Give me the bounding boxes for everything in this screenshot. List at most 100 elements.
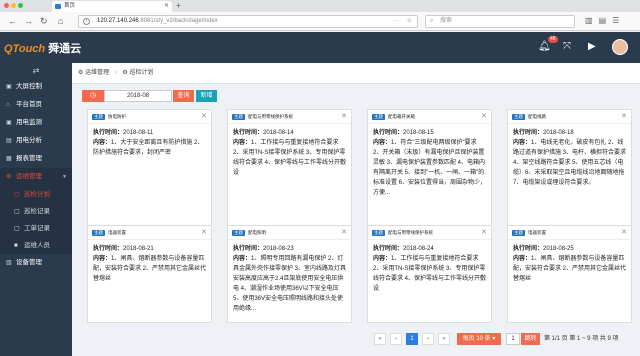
browser-toolbar-icons: ▥ ▤ ☰ bbox=[585, 14, 625, 28]
reload-icon[interactable]: ↻ bbox=[40, 14, 48, 28]
card-body: 执行时间：2018-08-14 内容：1、工作接与与重复接地符合要求 2、采用T… bbox=[228, 124, 351, 182]
avatar[interactable] bbox=[612, 39, 628, 55]
card-date-row: 执行时间：2018-08-21 bbox=[93, 244, 206, 254]
sidebar-item-power-monitor[interactable]: ▣ 用电监测 bbox=[0, 114, 72, 132]
close-icon[interactable]: ✕ bbox=[621, 226, 627, 240]
page-1-button[interactable]: 1 bbox=[406, 333, 418, 345]
search-placeholder: 搜索 bbox=[440, 18, 453, 24]
sidebar-item-home[interactable]: ⌂ 平台首页 bbox=[0, 96, 72, 114]
device-icon: ▥ bbox=[6, 260, 12, 266]
card-body: 执行时间：2018-08-15 内容：1、符合"三级配电两级保护"要求 2、开关… bbox=[368, 124, 491, 202]
breadcrumb-root[interactable]: 运维管理 bbox=[85, 70, 109, 76]
sidebar-subitem-inspection-records[interactable]: ▢ 巡检记录 bbox=[0, 203, 72, 220]
url-bar[interactable]: i 120.27.140.246:8081/sty_v2/backstage/i… bbox=[78, 15, 418, 28]
info-icon[interactable]: i bbox=[83, 18, 90, 25]
sidebar-subitem-inspection-plan[interactable]: ▢ 巡检计划 bbox=[0, 186, 72, 203]
calendar-icon[interactable]: ◷ bbox=[82, 90, 104, 102]
menu-icon[interactable]: ☰ bbox=[612, 16, 619, 25]
browser-search-input[interactable]: ⌕ 搜索 bbox=[425, 15, 575, 28]
exec-time-label: 执行时间： bbox=[373, 246, 404, 252]
card-content-row: 内容：1、符合"三级配电两级保护"要求 2、开关箱（末级）有漏电保护且保护装置灵… bbox=[373, 138, 486, 198]
plan-card[interactable]: 主题 配电与用零线保护系统 ✕ 执行时间：2018-08-24 内容：1、工作接与… bbox=[367, 225, 492, 323]
card-name: 电器装置 bbox=[108, 230, 126, 235]
bookmark-star-icon[interactable]: ☆ bbox=[407, 16, 412, 27]
record-icon: ▢ bbox=[14, 209, 20, 215]
plan-icon: ▢ bbox=[14, 192, 20, 198]
plan-card[interactable]: 主题 配电与用零线保护系统 ✕ 执行时间：2018-08-14 内容：1、工作接与… bbox=[227, 109, 352, 227]
sidebar-icon[interactable]: ▤ bbox=[599, 16, 607, 25]
card-tag: 主题 bbox=[372, 230, 385, 236]
sidebar-item-operations[interactable]: ⚙ 运维管理 ▼ bbox=[0, 168, 72, 186]
sidebar-item-screen-control[interactable]: ▣ 大屏控制 bbox=[0, 78, 72, 96]
close-icon[interactable]: ✕ bbox=[341, 226, 347, 240]
card-name: 防电防护 bbox=[108, 114, 126, 119]
first-page-button[interactable]: « bbox=[374, 333, 386, 345]
card-body: 执行时间：2018-08-23 内容：1、照明专用回路有漏电保护 2、灯具金属外… bbox=[228, 240, 351, 318]
library-icon[interactable]: ▥ bbox=[585, 16, 593, 25]
add-button[interactable]: 新增 bbox=[196, 90, 217, 102]
close-window-button[interactable] bbox=[4, 3, 9, 8]
last-page-button[interactable]: » bbox=[438, 333, 450, 345]
card-tag: 主题 bbox=[92, 230, 105, 236]
plan-card[interactable]: 主题 电器装置 ✕ 执行时间：2018-08-21 内容：1、闸具、熔断器参数与设… bbox=[87, 225, 212, 323]
close-tab-icon[interactable]: ✕ bbox=[164, 1, 169, 12]
fullscreen-icon[interactable]: ⤧ bbox=[563, 40, 571, 54]
sidebar-item-reports[interactable]: ▦ 报表管理 bbox=[0, 150, 72, 168]
browser-tab[interactable]: 首页 ✕ bbox=[52, 1, 172, 12]
card-content-row: 内容：1、电线无老化，破皮有包扎 2、线路过道有保护措施 3、电杆、横担符合要求… bbox=[513, 138, 626, 188]
sidebar-subitem-label: 巡检记录 bbox=[24, 208, 50, 215]
forward-icon[interactable]: → bbox=[24, 14, 33, 28]
close-icon[interactable]: ✕ bbox=[481, 226, 487, 240]
plan-card[interactable]: 主题 电器装置 ✕ 执行时间：2018-08-25 内容：1、闸具、熔断器参数与设… bbox=[507, 225, 632, 323]
card-date: 2018-08-18 bbox=[543, 130, 574, 136]
card-body: 执行时间：2018-08-11 内容：1、大于安全距离且有防护措施 2、防护措施… bbox=[88, 124, 211, 162]
per-page-select[interactable]: 每页 10 条 ▾ bbox=[457, 333, 501, 345]
sidebar-toggle-icon[interactable]: ⇄ bbox=[0, 63, 72, 78]
card-content: 1、电线无老化，破皮有包扎 2、线路过道有保护措施 3、电杆、横担符合要求 4、… bbox=[513, 140, 627, 186]
card-tag: 主题 bbox=[372, 114, 385, 120]
goto-page-input[interactable]: 1 bbox=[506, 333, 520, 345]
plan-card[interactable]: 主题 配电箱开关箱 ✕ 执行时间：2018-08-15 内容：1、符合"三级配电两… bbox=[367, 109, 492, 227]
user-icon: ■ bbox=[14, 243, 18, 249]
close-icon[interactable]: ✕ bbox=[201, 110, 207, 124]
query-button[interactable]: 查询 bbox=[173, 90, 194, 102]
prev-page-button[interactable]: ‹ bbox=[390, 333, 402, 345]
sidebar-item-devices[interactable]: ▥ 设备管理 bbox=[0, 254, 72, 272]
card-date-row: 执行时间：2018-08-18 bbox=[513, 128, 626, 138]
card-body: 执行时间：2018-08-18 内容：1、电线无老化，破皮有包扎 2、线路过道有… bbox=[508, 124, 631, 192]
app-header: QTouch 舜通云 🔔︎ 48 ⤧ ▶ bbox=[0, 32, 640, 63]
sidebar-item-power-analysis[interactable]: ▤ 用电分析 bbox=[0, 132, 72, 150]
close-icon[interactable]: ✕ bbox=[621, 110, 627, 124]
breadcrumb: ⚙ 运维管理 › ⚙ 巡检计划 bbox=[72, 63, 640, 84]
minimize-window-button[interactable] bbox=[11, 3, 16, 8]
back-icon[interactable]: ← bbox=[8, 14, 17, 28]
plan-card[interactable]: 主题 防电防护 ✕ 执行时间：2018-08-11 内容：1、大于安全距离且有防护… bbox=[87, 109, 212, 227]
browser-tab-title: 首页 bbox=[64, 3, 76, 9]
card-content-row: 内容：1、闸具、熔断器参数与设备容量匹配，安装符合要求 2、严禁用其它金属丝代替… bbox=[513, 254, 626, 284]
card-date: 2018-08-25 bbox=[543, 246, 574, 252]
plan-card[interactable]: 主题 配电照明 ✕ 执行时间：2018-08-23 内容：1、照明专用回路有漏电保… bbox=[227, 225, 352, 323]
page-actions-icon[interactable]: ··· bbox=[393, 16, 399, 27]
next-page-button[interactable]: › bbox=[422, 333, 434, 345]
gear-icon: ⚙ bbox=[122, 70, 128, 76]
month-input[interactable]: 2018-08 bbox=[104, 90, 172, 102]
browser-tab-bar: 首页 ✕ + bbox=[0, 0, 640, 12]
goto-button[interactable]: 跳转 bbox=[521, 333, 540, 345]
close-icon[interactable]: ✕ bbox=[481, 110, 487, 124]
sidebar-subitem-staff[interactable]: ■ 运维人员 bbox=[0, 237, 72, 254]
exec-time-label: 执行时间： bbox=[233, 246, 264, 252]
close-icon[interactable]: ✕ bbox=[201, 226, 207, 240]
home-icon[interactable]: ⌂ bbox=[58, 14, 63, 28]
close-icon[interactable]: ✕ bbox=[341, 110, 347, 124]
new-tab-button[interactable]: + bbox=[176, 0, 181, 12]
card-content-row: 内容：1、闸具、熔断器参数与设备容量匹配，安装符合要求 2、严禁用其它金属丝代替… bbox=[93, 254, 206, 284]
sidebar-subitem-work-orders[interactable]: ▢ 工单记录 bbox=[0, 220, 72, 237]
gear-icon: ⚙ bbox=[6, 174, 12, 180]
plan-card[interactable]: 主题 配电线路 ✕ 执行时间：2018-08-18 内容：1、电线无老化，破皮有包… bbox=[507, 109, 632, 227]
favicon-icon bbox=[55, 4, 61, 9]
breadcrumb-current: 巡检计划 bbox=[129, 70, 154, 76]
play-icon[interactable]: ▶ bbox=[588, 40, 596, 54]
card-name: 配电线路 bbox=[528, 114, 546, 119]
card-content-row: 内容：1、工作接与与重复接地符合要求 2、采用TN-S接零保护系统 3、专用保护… bbox=[233, 138, 346, 178]
maximize-window-button[interactable] bbox=[18, 3, 23, 8]
